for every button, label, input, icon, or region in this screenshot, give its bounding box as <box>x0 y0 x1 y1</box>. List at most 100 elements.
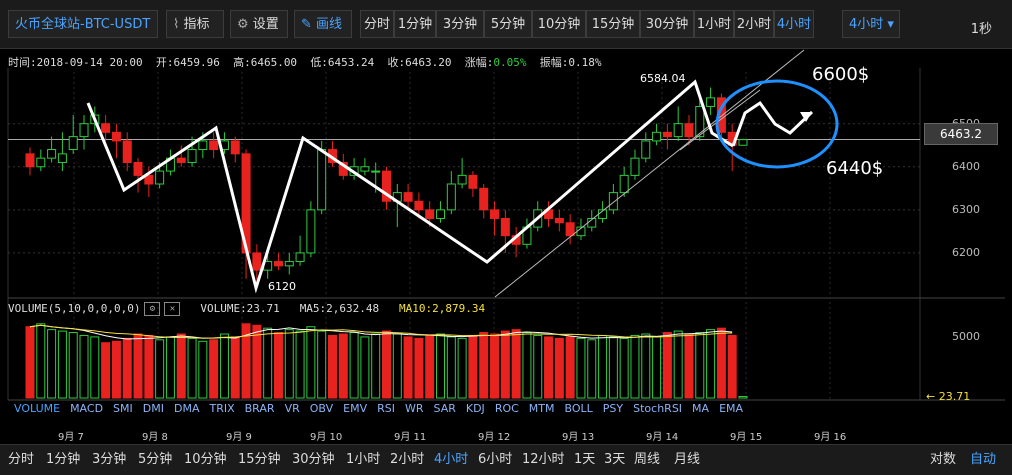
candle-body <box>479 187 489 211</box>
close-icon[interactable]: ✕ <box>164 302 181 316</box>
candle-body <box>641 140 651 159</box>
volume-bar <box>446 336 456 399</box>
candle-body <box>662 131 672 138</box>
indicator-tab[interactable]: StochRSI <box>633 402 682 415</box>
volume-bar <box>360 336 370 399</box>
bottom-period-tab[interactable]: 10分钟 <box>184 445 227 475</box>
indicator-tab[interactable]: MA <box>692 402 709 415</box>
candle-body <box>673 123 683 138</box>
indicator-tab[interactable]: EMA <box>719 402 743 415</box>
candle-body <box>414 200 424 211</box>
volume-ma10: MA10:2,879.34 <box>399 302 486 315</box>
candle-body <box>544 209 554 219</box>
indicator-tab[interactable]: SAR <box>434 402 456 415</box>
candle-body <box>155 170 165 185</box>
volume-bar <box>57 330 67 399</box>
volume-bar <box>457 337 467 399</box>
candle-body <box>403 192 413 202</box>
bottom-period-tab[interactable]: 12小时 <box>522 445 565 475</box>
indicators-button[interactable]: ⌇ 指标 <box>166 10 224 38</box>
indicator-tab[interactable]: WR <box>405 402 424 415</box>
candle-body <box>284 261 294 267</box>
indicator-tab[interactable]: DMA <box>174 402 200 415</box>
bottom-period-bar: 分时 1分钟 3分钟 5分钟 10分钟 15分钟 30分钟 1小时 2小时 4小时 6小时 12小时 1… <box>0 444 1012 475</box>
indicator-tab[interactable]: ROC <box>495 402 519 415</box>
bottom-period-tab[interactable]: 3分钟 <box>92 445 126 475</box>
volume-bar <box>425 334 435 399</box>
settings-icon[interactable]: ⚙ <box>144 302 161 316</box>
bottom-period-tab[interactable]: 2小时 <box>390 445 424 475</box>
bottom-period-tab[interactable]: 周线 <box>634 445 660 475</box>
interval-dropdown[interactable]: 4小时 ▾ <box>842 10 900 38</box>
candle-body <box>176 157 186 163</box>
interval-tab[interactable]: 2小时 <box>734 10 774 38</box>
symbol-selector[interactable]: 火币全球站-BTC-USDT <box>8 10 158 38</box>
log-scale-toggle[interactable]: 对数 <box>930 445 956 475</box>
candle-body <box>273 261 283 267</box>
bottom-period-tab[interactable]: 30分钟 <box>292 445 335 475</box>
candle-body <box>144 174 154 185</box>
date-tick-label: 9月 11 <box>394 432 427 443</box>
chevron-down-icon: ▾ <box>887 17 894 32</box>
candle-body <box>306 209 316 254</box>
bottom-period-tab[interactable]: 1小时 <box>346 445 380 475</box>
volume-bar <box>500 330 510 399</box>
interval-tab[interactable]: 15分钟 <box>586 10 640 38</box>
trend-line <box>494 49 805 298</box>
interval-tab[interactable]: 分时 <box>360 10 394 38</box>
volume-bar <box>490 333 500 399</box>
dropdown-value: 4小时 <box>849 17 884 32</box>
interval-tab[interactable]: 10分钟 <box>532 10 586 38</box>
indicator-tab[interactable]: OBV <box>310 402 333 415</box>
interval-tab[interactable]: 3分钟 <box>436 10 484 38</box>
bottom-period-tab[interactable]: 分时 <box>8 445 34 475</box>
candle-body <box>198 140 208 151</box>
candle-body <box>122 140 132 163</box>
indicator-tab[interactable]: SMI <box>113 402 133 415</box>
indicator-tab[interactable]: EMV <box>343 402 367 415</box>
indicator-tab[interactable]: VR <box>285 402 300 415</box>
bottom-period-tab[interactable]: 1天 <box>574 445 595 475</box>
volume-value: VOLUME:23.71 <box>200 302 280 315</box>
indicator-tab[interactable]: KDJ <box>466 402 485 415</box>
candle-body <box>241 153 251 254</box>
bottom-period-tab[interactable]: 月线 <box>674 445 700 475</box>
bottom-period-tab[interactable]: 4小时 <box>434 445 468 475</box>
auto-scale-toggle[interactable]: 自动 <box>970 445 996 475</box>
indicator-tab[interactable]: RSI <box>377 402 395 415</box>
indicator-tab[interactable]: BRAR <box>245 402 275 415</box>
volume-bar <box>295 330 305 399</box>
bottom-period-tab[interactable]: 5分钟 <box>138 445 172 475</box>
indicator-tab[interactable]: VOLUME <box>14 402 60 415</box>
interval-tab[interactable]: 4小时 <box>774 10 814 38</box>
settings-button[interactable]: ⚙ 设置 <box>230 10 288 38</box>
bottom-period-tab[interactable]: 3天 <box>604 445 625 475</box>
indicator-tab[interactable]: DMI <box>143 402 164 415</box>
volume-bar <box>165 336 175 399</box>
volume-bar <box>630 334 640 399</box>
interval-tab[interactable]: 1分钟 <box>394 10 436 38</box>
indicator-tab[interactable]: MACD <box>70 402 103 415</box>
bottom-period-tab[interactable]: 1分钟 <box>46 445 80 475</box>
indicator-tab[interactable]: TRIX <box>209 402 234 415</box>
volume-bar <box>263 327 273 399</box>
volume-bar <box>382 330 391 399</box>
indicator-tab[interactable]: MTM <box>529 402 555 415</box>
volume-ma10-line <box>29 324 733 339</box>
bottom-period-tab[interactable]: 15分钟 <box>238 445 281 475</box>
indicator-tab[interactable]: PSY <box>603 402 623 415</box>
candle-body <box>101 123 111 133</box>
interval-tab[interactable]: 5分钟 <box>484 10 532 38</box>
indicator-tab[interactable]: BOLL <box>565 402 593 415</box>
target-low-label: 6440$ <box>826 158 884 179</box>
interval-tab[interactable]: 1小时 <box>694 10 734 38</box>
candle-body <box>263 261 273 271</box>
candle-body <box>25 153 35 168</box>
price-tick-label: 6300 <box>952 202 980 216</box>
draw-line-button[interactable]: ✎ 画线 <box>294 10 352 38</box>
candle-body <box>327 149 337 163</box>
volume-bar <box>144 334 154 399</box>
bottom-period-tab[interactable]: 6小时 <box>478 445 512 475</box>
refresh-rate[interactable]: 1秒 <box>971 18 992 37</box>
interval-tab[interactable]: 30分钟 <box>640 10 694 38</box>
